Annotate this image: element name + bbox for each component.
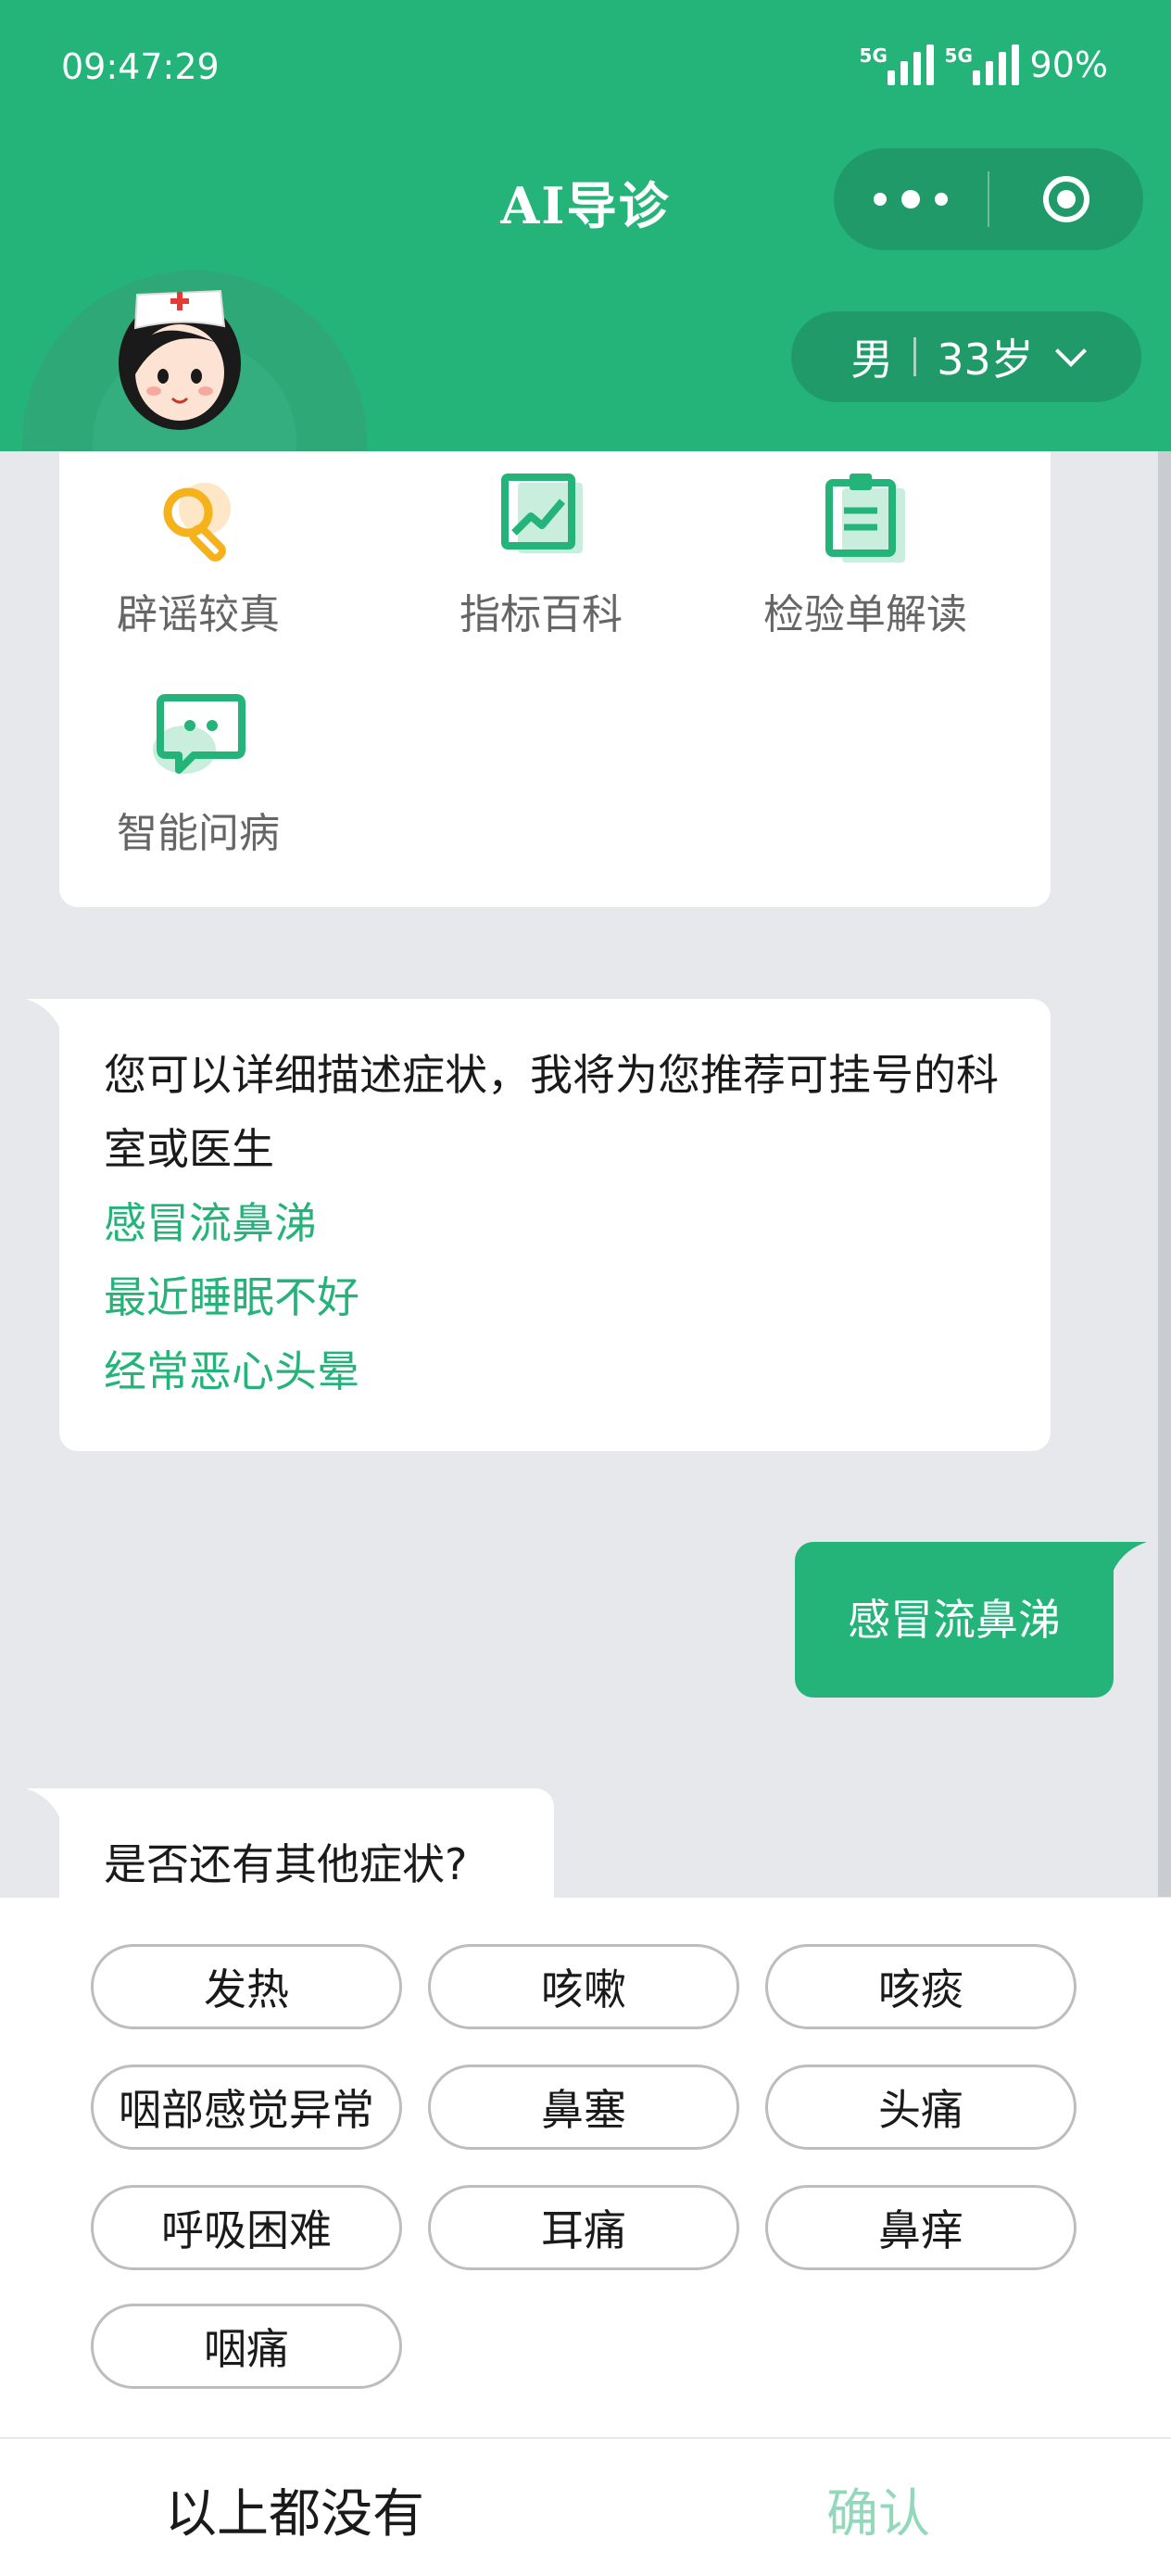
signal-icon: 5G bbox=[945, 44, 1019, 85]
symptom-chip[interactable]: 咽部感觉异常 bbox=[91, 2065, 402, 2150]
symptom-chip[interactable]: 咳嗽 bbox=[428, 1944, 739, 2029]
tools-card: 辟谣较真 指标百科 检验单解读 智能问病 bbox=[59, 451, 1051, 907]
status-icons: 5G 5G 90% bbox=[860, 44, 1108, 85]
tool-label: 指标百科 bbox=[460, 591, 623, 638]
magnifier-icon bbox=[147, 470, 249, 572]
symptom-chip[interactable]: 发热 bbox=[91, 1944, 402, 2029]
user-message: 感冒流鼻涕 bbox=[795, 1542, 1147, 1698]
signal-icon: 5G bbox=[860, 44, 934, 85]
nurse-avatar bbox=[22, 271, 367, 451]
none-of-above-button[interactable]: 以上都没有 bbox=[165, 2472, 424, 2547]
suggestion-link[interactable]: 最近睡眠不好 bbox=[104, 1260, 1021, 1334]
suggestion-link[interactable]: 感冒流鼻涕 bbox=[104, 1186, 1021, 1260]
tool-rumor-check[interactable]: 辟谣较真 bbox=[59, 470, 337, 640]
symptom-chip[interactable]: 咳痰 bbox=[765, 1944, 1077, 2029]
divider bbox=[0, 2437, 1171, 2439]
suggestion-link[interactable]: 经常恶心头晕 bbox=[104, 1334, 1021, 1408]
tool-report-reading[interactable]: 检验单解读 bbox=[726, 470, 1004, 640]
tool-indicator-wiki[interactable]: 指标百科 bbox=[402, 470, 680, 640]
symptom-chip[interactable]: 咽痛 bbox=[91, 2304, 402, 2389]
question-text: 是否还有其他症状? bbox=[104, 1839, 468, 1889]
profile-selector[interactable]: 男 33岁 bbox=[791, 311, 1141, 402]
age-label: 33岁 bbox=[937, 335, 1034, 385]
symptom-chip[interactable]: 鼻痒 bbox=[765, 2185, 1077, 2270]
symptom-chip[interactable]: 呼吸困难 bbox=[91, 2185, 402, 2270]
tool-label: 辟谣较真 bbox=[117, 591, 280, 638]
status-time: 09:47:29 bbox=[61, 46, 220, 87]
confirm-button[interactable]: 确认 bbox=[826, 2472, 930, 2547]
mini-program-capsule bbox=[834, 148, 1143, 250]
tool-label: 智能问病 bbox=[117, 810, 280, 857]
battery-level: 90% bbox=[1029, 44, 1108, 85]
user-message-text: 感冒流鼻涕 bbox=[848, 1595, 1061, 1645]
symptom-chip[interactable]: 头痛 bbox=[765, 2065, 1077, 2150]
chevron-down-icon bbox=[1054, 335, 1087, 367]
clipboard-icon bbox=[814, 470, 916, 572]
bot-message: 您可以详细描述症状，我将为您推荐可挂号的科室或医生 感冒流鼻涕 最近睡眠不好 经… bbox=[26, 999, 1051, 1451]
scrollbar[interactable] bbox=[1158, 451, 1171, 1897]
close-button[interactable] bbox=[989, 148, 1143, 250]
tool-label: 检验单解读 bbox=[763, 591, 967, 638]
close-icon bbox=[1043, 176, 1089, 222]
chat-icon bbox=[147, 688, 249, 790]
chart-icon bbox=[490, 470, 592, 572]
symptom-chip[interactable]: 鼻塞 bbox=[428, 2065, 739, 2150]
symptom-chip[interactable]: 耳痛 bbox=[428, 2185, 739, 2270]
gender-label: 男 bbox=[850, 335, 894, 385]
intro-text: 您可以详细描述症状，我将为您推荐可挂号的科室或医生 bbox=[104, 1050, 999, 1174]
app-header: 09:47:29 5G 5G 90% AI导诊 男 33岁 bbox=[0, 0, 1171, 451]
tool-smart-consult[interactable]: 智能问病 bbox=[59, 688, 337, 859]
more-button[interactable] bbox=[834, 148, 988, 250]
